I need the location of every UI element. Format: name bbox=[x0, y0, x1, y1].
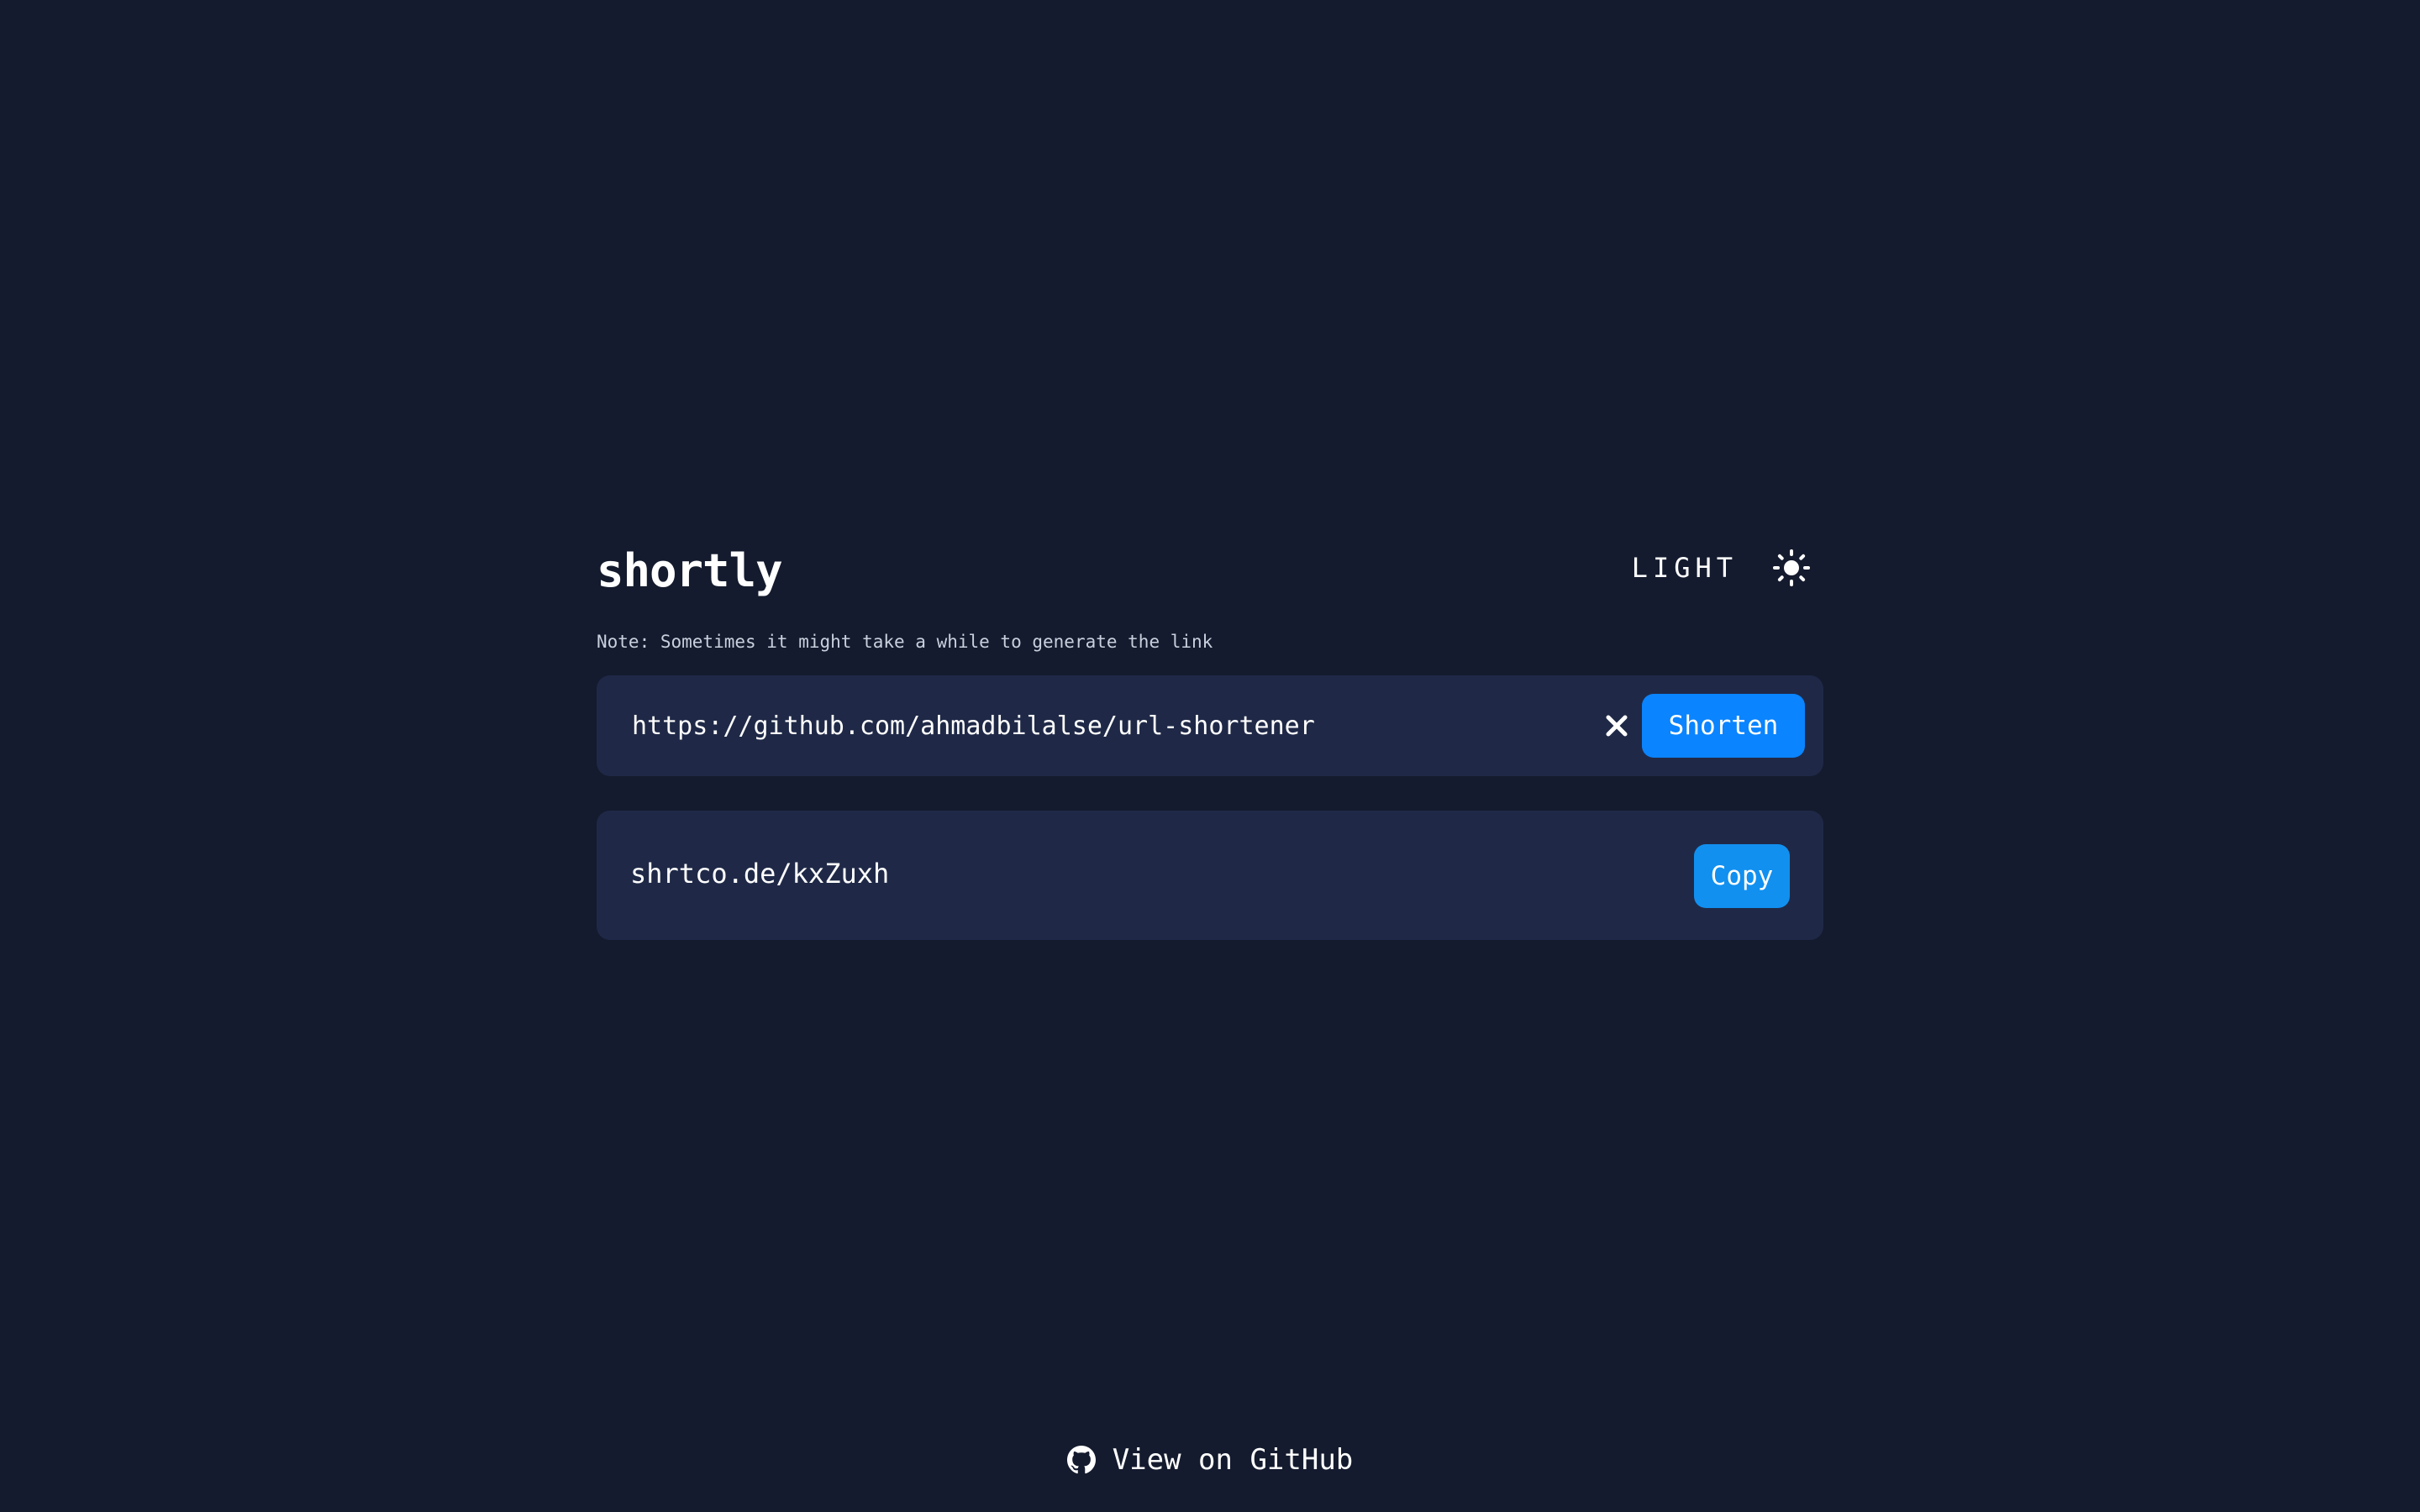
github-link[interactable]: View on GitHub bbox=[0, 1443, 2420, 1477]
app-logo: shortly bbox=[597, 544, 783, 597]
result-card: shrtco.de/kxZuxh Copy bbox=[597, 811, 1823, 940]
theme-toggle-button[interactable]: LIGHT bbox=[1632, 548, 1823, 588]
theme-toggle-label: LIGHT bbox=[1631, 552, 1738, 584]
url-input[interactable] bbox=[632, 697, 1556, 754]
close-icon[interactable] bbox=[1597, 706, 1637, 746]
note-text: Note: Sometimes it might take a while to… bbox=[597, 632, 1213, 652]
shorten-form: Shorten bbox=[597, 675, 1823, 776]
short-url-text: shrtco.de/kxZuxh bbox=[630, 858, 890, 890]
shorten-button[interactable]: Shorten bbox=[1642, 694, 1805, 758]
github-link-text: View on GitHub bbox=[1112, 1443, 1354, 1477]
copy-button[interactable]: Copy bbox=[1694, 844, 1790, 908]
main-container: shortly LIGHT Note: Sometimes it might t… bbox=[597, 538, 1823, 940]
header: shortly LIGHT bbox=[597, 538, 1823, 605]
github-icon bbox=[1066, 1446, 1096, 1474]
sun-icon bbox=[1771, 548, 1812, 588]
